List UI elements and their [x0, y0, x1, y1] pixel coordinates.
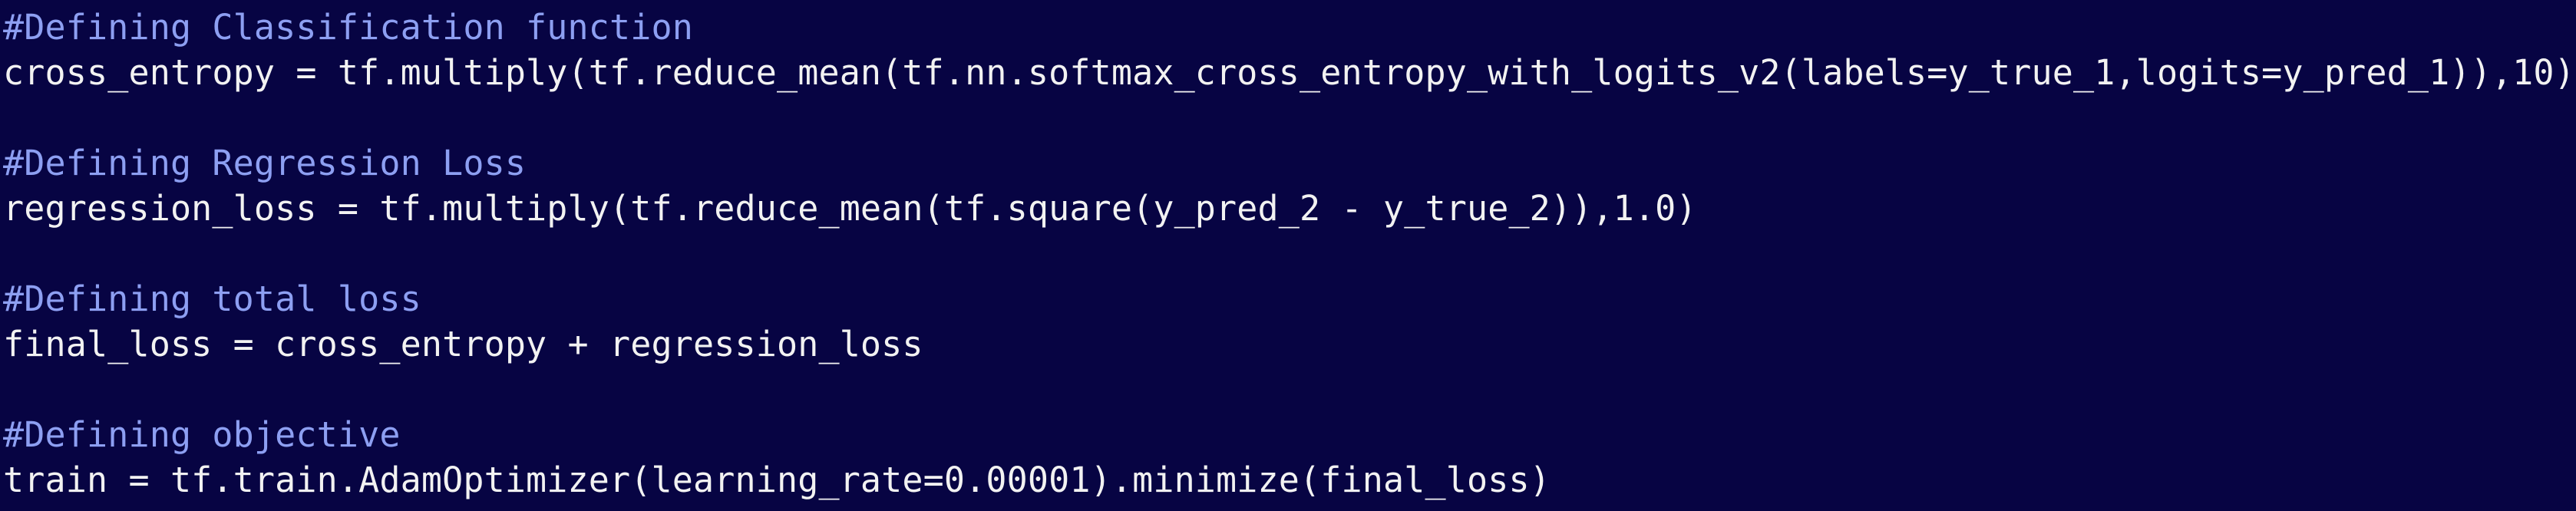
code-line: cross_entropy = tf.multiply(tf.reduce_me… [3, 52, 2575, 93]
code-line: regression_loss = tf.multiply(tf.reduce_… [3, 188, 1697, 229]
code-line: final_loss = cross_entropy + regression_… [3, 324, 923, 364]
code-editor[interactable]: #Defining Classification function cross_… [0, 0, 2576, 511]
comment-line: #Defining Regression Loss [3, 143, 527, 183]
comment-line: #Defining Classification function [3, 7, 693, 48]
code-line: train = tf.train.AdamOptimizer(learning_… [3, 460, 1551, 500]
comment-line: #Defining total loss [3, 279, 421, 319]
comment-line: #Defining objective [3, 414, 401, 455]
